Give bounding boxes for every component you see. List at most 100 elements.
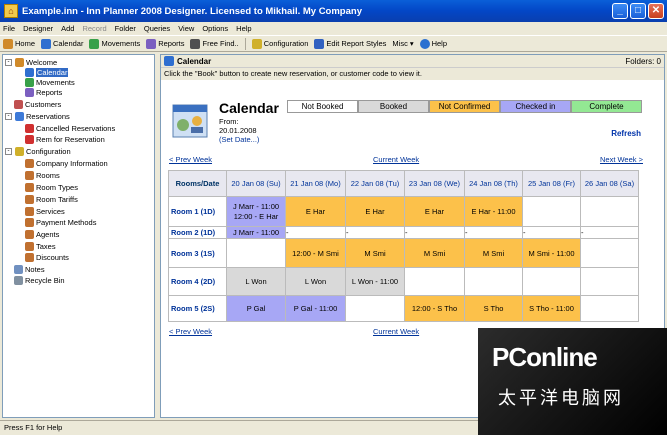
empty-cell[interactable]: -: [404, 226, 465, 239]
tree-item-services[interactable]: Services: [25, 207, 65, 216]
menu-file[interactable]: File: [3, 24, 15, 33]
tree-item-room-tariffs[interactable]: Room Tariffs: [25, 195, 78, 204]
date-header[interactable]: 23 Jan 08 (We): [404, 170, 465, 197]
booking-cell[interactable]: E Har: [345, 196, 405, 227]
empty-cell[interactable]: [226, 238, 286, 268]
tree-item-room-types[interactable]: Room Types: [25, 183, 78, 192]
calendar-map-icon: [172, 104, 208, 138]
empty-cell[interactable]: -: [522, 226, 581, 239]
room-label[interactable]: Room 3 (1S): [168, 238, 227, 268]
booking-cell[interactable]: P Gal: [226, 295, 286, 322]
empty-cell[interactable]: [580, 196, 639, 227]
empty-cell[interactable]: [522, 196, 581, 227]
date-header[interactable]: 20 Jan 08 (Su): [226, 170, 286, 197]
empty-cell[interactable]: [580, 238, 639, 268]
current-week-link[interactable]: Current Week: [373, 327, 419, 336]
tree-item-notes[interactable]: Notes: [14, 265, 45, 274]
empty-cell[interactable]: -: [345, 226, 405, 239]
home-button[interactable]: Home: [3, 38, 35, 49]
booking-cell[interactable]: P Gal - 11:00: [285, 295, 346, 322]
booking-cell[interactable]: J Marr - 11:00: [226, 226, 286, 239]
menu-queries[interactable]: Queries: [144, 24, 170, 33]
booking-cell[interactable]: S Tho - 11:00: [522, 295, 581, 322]
booking-cell[interactable]: E Har: [285, 196, 346, 227]
date-header[interactable]: 21 Jan 08 (Mo): [285, 170, 346, 197]
free-find-button[interactable]: Free Find..: [190, 38, 239, 49]
room-label[interactable]: Room 1 (1D): [168, 196, 227, 227]
booking-cell[interactable]: 12:00 - M Smi: [285, 238, 346, 268]
tree-item-company-information[interactable]: Company Information: [25, 159, 108, 168]
current-week-link[interactable]: Current Week: [373, 155, 419, 164]
menu-record[interactable]: Record: [82, 24, 106, 33]
help-button[interactable]: Help: [419, 38, 447, 49]
set-date-link[interactable]: (Set Date...): [219, 135, 259, 144]
menu-options[interactable]: Options: [202, 24, 228, 33]
tree-item-recycle-bin[interactable]: Recycle Bin: [14, 276, 65, 285]
empty-cell[interactable]: [464, 267, 523, 296]
collapse-icon[interactable]: -: [5, 59, 12, 66]
rooms-date-header: Rooms/Date: [168, 170, 227, 197]
calendar-button[interactable]: Calendar: [41, 38, 83, 49]
tree-item-customers[interactable]: Customers: [14, 100, 61, 109]
booking-cell[interactable]: M Smi: [404, 238, 465, 268]
booking-cell[interactable]: L Won - 11:00: [345, 267, 405, 296]
date-header[interactable]: 22 Jan 08 (Tu): [345, 170, 405, 197]
tree-item-agents[interactable]: Agents: [25, 230, 59, 239]
date-header[interactable]: 24 Jan 08 (Th): [464, 170, 523, 197]
booking-cell[interactable]: L Won: [226, 267, 286, 296]
booking-cell[interactable]: J Marr - 11:00 12:00 - E Har: [226, 196, 286, 227]
tree-item-taxes[interactable]: Taxes: [25, 242, 56, 251]
prev-week-link[interactable]: < Prev Week: [169, 155, 212, 164]
booking-cell[interactable]: S Tho: [464, 295, 523, 322]
movements-button[interactable]: Movements: [89, 38, 140, 49]
misc-button[interactable]: Misc ▾: [392, 39, 413, 48]
date-header[interactable]: 25 Jan 08 (Fr): [522, 170, 581, 197]
date-header[interactable]: 26 Jan 08 (Sa): [580, 170, 639, 197]
menu-add[interactable]: Add: [61, 24, 74, 33]
close-button[interactable]: ✕: [648, 3, 664, 19]
tree-item-movements[interactable]: Movements: [25, 78, 75, 87]
empty-cell[interactable]: [345, 295, 405, 322]
empty-cell[interactable]: [522, 267, 581, 296]
minimize-button[interactable]: _: [612, 3, 628, 19]
refresh-link[interactable]: Refresh: [611, 129, 641, 138]
empty-cell[interactable]: [404, 267, 465, 296]
booking-cell[interactable]: M Smi - 11:00: [522, 238, 581, 268]
edit-report-styles-button[interactable]: Edit Report Styles: [314, 38, 386, 49]
tree-item-rooms[interactable]: Rooms: [25, 171, 60, 180]
configuration-button[interactable]: Configuration: [251, 38, 308, 49]
tree-item-remind-reservation[interactable]: Rem for Reservation: [25, 135, 105, 144]
booking-cell[interactable]: E Har - 11:00: [464, 196, 523, 227]
room-label[interactable]: Room 2 (1D): [168, 226, 227, 239]
booking-cell[interactable]: 12:00 - S Tho: [404, 295, 465, 322]
menu-help[interactable]: Help: [236, 24, 251, 33]
room-label[interactable]: Room 5 (2S): [168, 295, 227, 322]
booking-cell[interactable]: L Won: [285, 267, 346, 296]
tree-item-welcome[interactable]: - Welcome: [5, 58, 57, 67]
empty-cell[interactable]: -: [580, 226, 639, 239]
booking-cell[interactable]: M Smi: [464, 238, 523, 268]
maximize-button[interactable]: □: [630, 3, 646, 19]
empty-cell[interactable]: -: [285, 226, 346, 239]
tree-item-reports[interactable]: Reports: [25, 88, 62, 97]
tree-item-discounts[interactable]: Discounts: [25, 253, 69, 262]
room-label[interactable]: Room 4 (2D): [168, 267, 227, 296]
booking-cell[interactable]: E Har: [404, 196, 465, 227]
booking-cell[interactable]: M Smi: [345, 238, 405, 268]
empty-cell[interactable]: -: [464, 226, 523, 239]
empty-cell[interactable]: [580, 267, 639, 296]
menu-view[interactable]: View: [178, 24, 194, 33]
menu-folder[interactable]: Folder: [115, 24, 136, 33]
collapse-icon[interactable]: -: [5, 113, 12, 120]
reports-button[interactable]: Reports: [146, 38, 184, 49]
tree-item-calendar[interactable]: Calendar: [25, 68, 69, 77]
prev-week-link[interactable]: < Prev Week: [169, 327, 212, 336]
tree-item-reservations[interactable]: - Reservations: [5, 112, 70, 121]
tree-item-cancelled-reservations[interactable]: Cancelled Reservations: [25, 124, 115, 133]
collapse-icon[interactable]: -: [5, 148, 12, 155]
tree-item-configuration[interactable]: - Configuration: [5, 147, 71, 156]
menu-designer[interactable]: Designer: [23, 24, 53, 33]
next-week-link[interactable]: Next Week >: [600, 155, 643, 164]
tree-item-payment-methods[interactable]: Payment Methods: [25, 218, 96, 227]
empty-cell[interactable]: [580, 295, 639, 322]
